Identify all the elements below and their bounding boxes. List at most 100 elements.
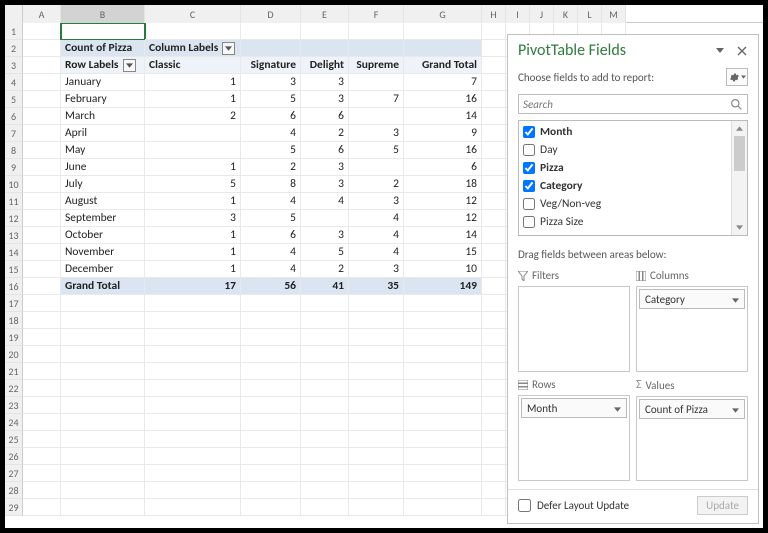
area-columns-body[interactable]: Category	[636, 286, 748, 372]
chevron-down-icon[interactable]	[732, 293, 739, 306]
cell[interactable]: June	[61, 159, 145, 176]
cell[interactable]	[404, 346, 482, 363]
cell[interactable]: 18	[404, 176, 482, 193]
cell[interactable]	[482, 261, 506, 278]
cell[interactable]	[23, 108, 61, 125]
cell[interactable]: 1	[145, 159, 241, 176]
row-header-1[interactable]: 1	[5, 23, 23, 40]
col-header-G[interactable]: G	[404, 5, 482, 23]
cell[interactable]	[23, 142, 61, 159]
cell[interactable]	[61, 363, 145, 380]
cell[interactable]: 4	[241, 261, 301, 278]
cell[interactable]: 8	[241, 176, 301, 193]
cell[interactable]	[349, 380, 404, 397]
area-item[interactable]: Month	[521, 398, 627, 418]
cell[interactable]	[241, 397, 301, 414]
cell[interactable]	[482, 380, 506, 397]
cell[interactable]	[482, 244, 506, 261]
cell[interactable]: 3	[301, 176, 349, 193]
cell[interactable]	[145, 312, 241, 329]
cell[interactable]	[404, 414, 482, 431]
cell[interactable]: 6	[404, 159, 482, 176]
cell[interactable]	[301, 23, 349, 40]
cell[interactable]	[482, 499, 506, 516]
col-header-I[interactable]: I	[506, 5, 530, 23]
area-values-body[interactable]: Count of Pizza	[636, 396, 748, 481]
cell[interactable]: 10	[404, 261, 482, 278]
cell[interactable]: 2	[241, 159, 301, 176]
cell[interactable]	[145, 23, 241, 40]
cell[interactable]	[145, 142, 241, 159]
cell[interactable]	[23, 57, 61, 74]
cell[interactable]	[61, 431, 145, 448]
cell[interactable]: 7	[404, 74, 482, 91]
field-pizza-size[interactable]: Pizza Size	[519, 213, 731, 231]
cell[interactable]	[23, 244, 61, 261]
col-header-D[interactable]: D	[241, 5, 301, 23]
cell[interactable]: 14	[404, 227, 482, 244]
cell[interactable]: 5	[145, 176, 241, 193]
search-input[interactable]	[523, 98, 730, 111]
cell[interactable]	[482, 74, 506, 91]
cell[interactable]: 17	[145, 278, 241, 295]
cell[interactable]: January	[61, 74, 145, 91]
field-pizza[interactable]: Pizza	[519, 159, 731, 177]
row-header-4[interactable]: 4	[5, 74, 23, 91]
cell[interactable]: July	[61, 176, 145, 193]
cell[interactable]: Classic	[145, 57, 241, 74]
field-veg-non-veg[interactable]: Veg/Non-veg	[519, 195, 731, 213]
scroll-up-icon[interactable]	[732, 121, 747, 136]
cell[interactable]	[145, 346, 241, 363]
cell[interactable]	[61, 414, 145, 431]
scroll-down-icon[interactable]	[732, 220, 747, 235]
cell[interactable]	[23, 380, 61, 397]
row-header-8[interactable]: 8	[5, 142, 23, 159]
cell[interactable]: September	[61, 210, 145, 227]
cell[interactable]: February	[61, 91, 145, 108]
cell[interactable]	[482, 431, 506, 448]
cell[interactable]	[404, 40, 482, 57]
cell[interactable]	[241, 329, 301, 346]
row-header-19[interactable]: 19	[5, 329, 23, 346]
cell[interactable]	[23, 482, 61, 499]
cell[interactable]	[301, 482, 349, 499]
cell[interactable]	[301, 499, 349, 516]
area-filters-body[interactable]	[518, 286, 630, 372]
cell[interactable]: 2	[301, 261, 349, 278]
row-header-24[interactable]: 24	[5, 414, 23, 431]
cell[interactable]: Grand Total	[61, 278, 145, 295]
cell[interactable]	[349, 329, 404, 346]
cell[interactable]	[301, 312, 349, 329]
cell[interactable]	[301, 414, 349, 431]
cell[interactable]	[241, 295, 301, 312]
col-header-L[interactable]: L	[578, 5, 602, 23]
cell[interactable]: 6	[301, 142, 349, 159]
cell[interactable]	[61, 448, 145, 465]
cell[interactable]	[145, 499, 241, 516]
chevron-down-icon[interactable]	[732, 403, 739, 416]
cell[interactable]: 3	[349, 193, 404, 210]
cell[interactable]: 16	[404, 142, 482, 159]
cell[interactable]	[301, 380, 349, 397]
row-header-21[interactable]: 21	[5, 363, 23, 380]
scroll-thumb[interactable]	[734, 136, 745, 171]
cell[interactable]: 1	[145, 261, 241, 278]
dropdown-icon[interactable]	[222, 42, 235, 55]
cell[interactable]	[482, 397, 506, 414]
cell[interactable]	[404, 329, 482, 346]
field-search[interactable]	[518, 94, 748, 114]
cell[interactable]	[404, 23, 482, 40]
cell[interactable]	[241, 23, 301, 40]
cell[interactable]	[349, 159, 404, 176]
cell[interactable]: 35	[349, 278, 404, 295]
cell[interactable]	[23, 176, 61, 193]
cell[interactable]: 6	[241, 108, 301, 125]
row-header-29[interactable]: 29	[5, 499, 23, 516]
cell[interactable]: 5	[241, 91, 301, 108]
cell[interactable]	[404, 482, 482, 499]
cell[interactable]	[23, 329, 61, 346]
cell[interactable]	[349, 431, 404, 448]
tools-button[interactable]	[726, 68, 748, 86]
row-header-15[interactable]: 15	[5, 261, 23, 278]
cell[interactable]	[482, 278, 506, 295]
